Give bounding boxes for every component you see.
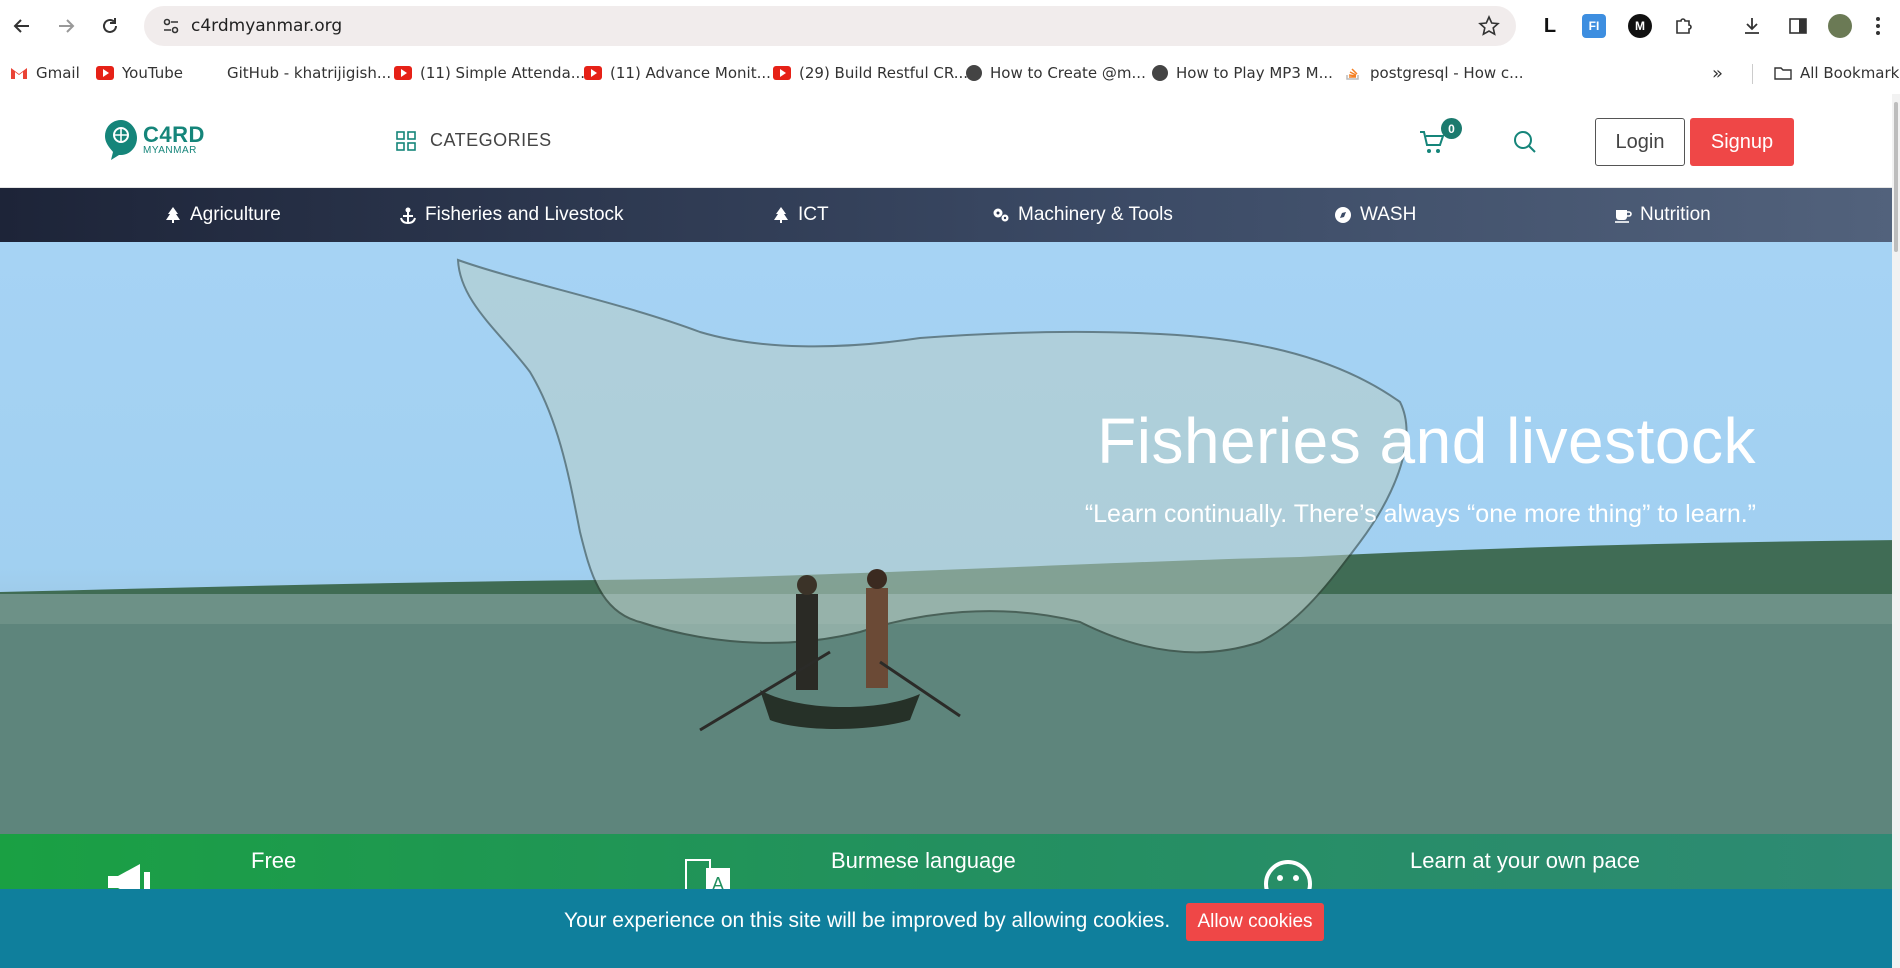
globe-icon <box>1152 65 1168 81</box>
nav-nutrition[interactable]: Nutrition <box>1614 188 1711 242</box>
logo-title: C4RD <box>143 121 205 147</box>
bookmark-label: GitHub - khatrijigish... <box>227 64 392 82</box>
all-bookmarks-button[interactable]: All Bookmarks <box>1774 62 1900 84</box>
youtube-icon <box>394 66 412 80</box>
extension-l-icon[interactable]: L <box>1538 14 1562 38</box>
nav-fisheries-livestock[interactable]: Fisheries and Livestock <box>399 188 624 242</box>
nav-label: ICT <box>798 204 829 225</box>
stackoverflow-icon <box>1346 68 1359 80</box>
nav-label: Nutrition <box>1640 204 1711 225</box>
bookmark-label: YouTube <box>122 64 183 82</box>
feature-title-free: Free <box>251 848 297 873</box>
cogs-icon <box>993 208 1009 222</box>
bookmark-youtube[interactable]: YouTube <box>96 62 183 84</box>
bookmark-restful-crud[interactable]: (29) Build Restful CR... <box>773 62 968 84</box>
reload-icon[interactable] <box>96 12 124 40</box>
extension-fi-icon[interactable]: FI <box>1582 14 1606 38</box>
nav-wash[interactable]: WASH <box>1334 188 1416 242</box>
signup-button[interactable]: Signup <box>1690 118 1794 166</box>
forward-icon[interactable] <box>52 12 80 40</box>
hero-quote: “Learn continually. There’s always “one … <box>1084 500 1756 528</box>
bookmark-label: How to Create @m... <box>990 64 1146 82</box>
categories-label: CATEGORIES <box>430 130 552 150</box>
features-strip: Free A Burmese language Learn at your ow… <box>0 834 1900 908</box>
address-bar[interactable]: c4rdmyanmar.org <box>144 6 1516 46</box>
more-bookmarks-button[interactable]: » <box>1712 62 1723 84</box>
logo-pin-icon <box>105 120 137 160</box>
youtube-icon <box>96 66 114 80</box>
nav-ict[interactable]: ICT <box>772 188 829 242</box>
anchor-icon <box>400 207 416 224</box>
site-logo[interactable]: C4RD MYANMAR <box>103 118 205 162</box>
download-icon[interactable] <box>1740 14 1764 38</box>
nav-label: WASH <box>1360 204 1417 225</box>
nav-label: Machinery & Tools <box>1018 204 1173 225</box>
bookmark-label: (11) Simple Attenda... <box>420 64 586 82</box>
bookmark-how-to-play-mp3[interactable]: How to Play MP3 M... <box>1152 62 1333 84</box>
site-header: C4RD MYANMAR CATEGORIES 0 Login Signup <box>0 94 1900 188</box>
nav-machinery-tools[interactable]: Machinery & Tools <box>992 188 1173 242</box>
bookmark-label: How to Play MP3 M... <box>1176 64 1333 82</box>
cookie-text: Your experience on this site will be imp… <box>564 909 1171 932</box>
extension-medium-icon[interactable]: M <box>1628 14 1652 38</box>
side-panel-icon[interactable] <box>1786 14 1810 38</box>
hero-banner: Fisheries and livestock “Learn continual… <box>0 242 1900 834</box>
allow-cookies-button[interactable]: Allow cookies <box>1186 903 1324 941</box>
gmail-icon <box>11 68 27 79</box>
scrollbar-thumb[interactable] <box>1894 102 1898 252</box>
feature-title-own-pace: Learn at your own pace <box>1410 848 1640 873</box>
cup-icon <box>1615 210 1632 223</box>
back-icon[interactable] <box>8 12 36 40</box>
globe-icon <box>966 65 982 81</box>
bookmark-label: postgresql - How c... <box>1370 64 1524 82</box>
nav-label: Fisheries and Livestock <box>425 204 624 225</box>
login-button[interactable]: Login <box>1595 118 1685 166</box>
bookmark-label: Gmail <box>36 64 80 82</box>
bookmarks-bar: Gmail YouTube GitHub - khatrijigish... (… <box>0 52 1900 94</box>
site-info-icon[interactable] <box>162 17 180 35</box>
grid-icon <box>396 130 416 151</box>
url-text[interactable]: c4rdmyanmar.org <box>191 16 342 36</box>
logo-subtitle: MYANMAR <box>143 144 197 156</box>
categories-menu[interactable]: CATEGORIES <box>396 130 552 151</box>
bookmark-advance-monitoring[interactable]: (11) Advance Monit... <box>584 62 771 84</box>
search-icon[interactable] <box>1512 129 1538 155</box>
cookie-banner: Your experience on this site will be imp… <box>0 889 1900 968</box>
bookmark-postgresql[interactable]: postgresql - How c... <box>1344 62 1523 84</box>
compass-icon <box>1335 207 1351 223</box>
nav-label: Agriculture <box>190 204 281 225</box>
bookmark-github[interactable]: GitHub - khatrijigish... <box>203 62 391 84</box>
github-icon <box>203 66 219 80</box>
bookmark-how-to-create[interactable]: How to Create @m... <box>966 62 1146 84</box>
nav-agriculture[interactable]: Agriculture <box>164 188 281 242</box>
tree-icon <box>166 207 180 223</box>
bookmark-label: (11) Advance Monit... <box>610 64 771 82</box>
bookmark-label: All Bookmarks <box>1800 64 1900 82</box>
bookmark-star-icon[interactable] <box>1478 15 1500 37</box>
feature-title-burmese: Burmese language <box>831 848 1016 873</box>
cart-count-badge: 0 <box>1441 118 1462 139</box>
hero-photo <box>0 258 1900 834</box>
profile-avatar[interactable] <box>1828 14 1852 38</box>
youtube-icon <box>773 66 791 80</box>
bookmarks-divider <box>1752 64 1753 84</box>
browser-menu-icon[interactable] <box>1866 14 1890 38</box>
bookmark-simple-attendance[interactable]: (11) Simple Attenda... <box>394 62 585 84</box>
web-page: C4RD MYANMAR CATEGORIES 0 Login Signup A… <box>0 94 1900 968</box>
folder-icon <box>1774 67 1792 80</box>
category-navbar: Agriculture Fisheries and Livestock ICT … <box>0 188 1900 242</box>
extensions-puzzle-icon[interactable] <box>1672 14 1696 38</box>
tree-icon <box>774 207 788 223</box>
browser-toolbar: c4rdmyanmar.org L FI M <box>0 0 1900 52</box>
bookmark-gmail[interactable]: Gmail <box>10 62 80 84</box>
hero-title: Fisheries and livestock <box>1097 405 1756 477</box>
youtube-icon <box>584 66 602 80</box>
bookmark-label: (29) Build Restful CR... <box>799 64 969 82</box>
